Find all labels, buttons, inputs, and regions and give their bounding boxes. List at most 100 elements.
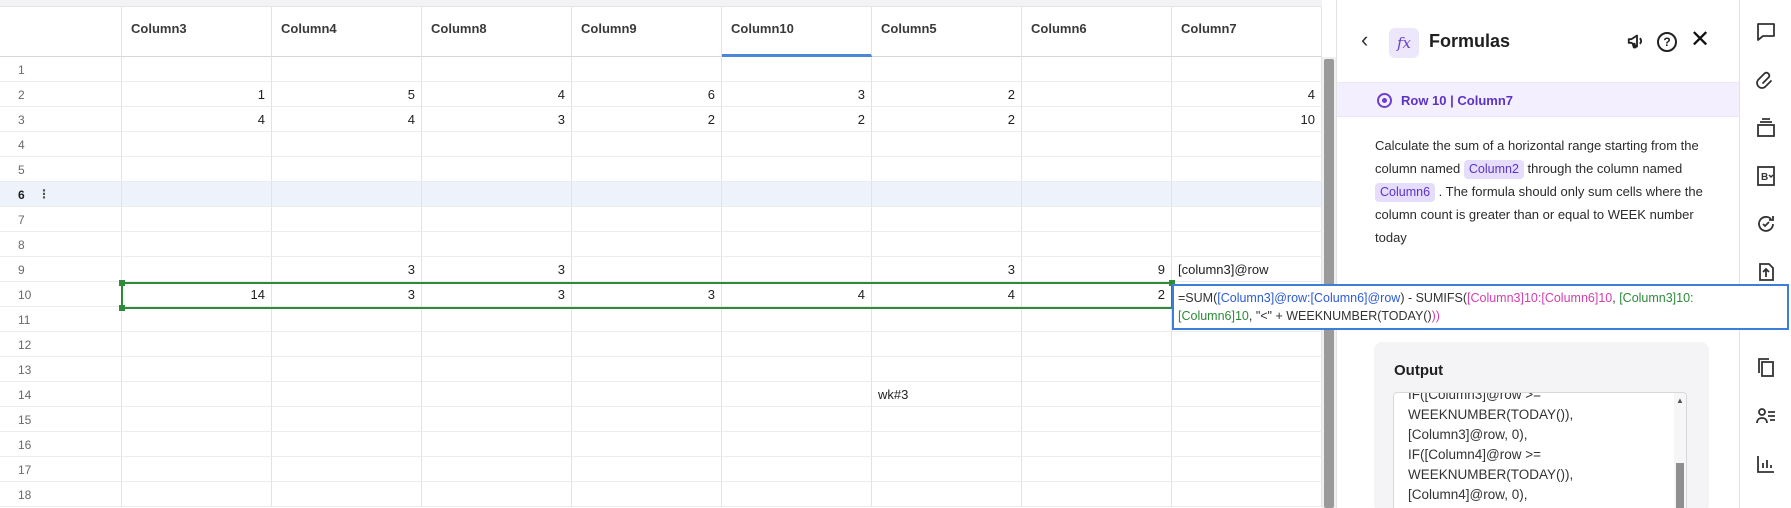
- grid-cell[interactable]: [872, 207, 1022, 232]
- grid-cell[interactable]: [572, 157, 722, 182]
- grid-cell[interactable]: [272, 132, 422, 157]
- grid-cell[interactable]: [272, 57, 422, 82]
- grid-cell[interactable]: [122, 382, 272, 407]
- grid-cell[interactable]: [722, 182, 872, 207]
- grid-cell[interactable]: [722, 407, 872, 432]
- grid-cell[interactable]: 3: [272, 257, 422, 282]
- grid-cell[interactable]: [872, 232, 1022, 257]
- grid-cell[interactable]: 14: [122, 282, 272, 307]
- output-scroll-thumb[interactable]: [1676, 463, 1684, 508]
- grid-cell[interactable]: [422, 357, 572, 382]
- grid-cell[interactable]: [572, 432, 722, 457]
- grid-cell[interactable]: [1172, 332, 1322, 357]
- grid-cell[interactable]: [272, 457, 422, 482]
- row-number[interactable]: 12: [0, 332, 122, 357]
- grid-cell[interactable]: [422, 307, 572, 332]
- grid-cell[interactable]: [422, 57, 572, 82]
- table-row[interactable]: 4: [0, 132, 1322, 157]
- row-number[interactable]: 18: [0, 482, 122, 507]
- grid-cell[interactable]: [572, 232, 722, 257]
- row-number[interactable]: 16: [0, 432, 122, 457]
- column-header-column7[interactable]: Column7: [1172, 7, 1322, 57]
- table-row[interactable]: 15: [0, 407, 1322, 432]
- grid-cell[interactable]: [122, 357, 272, 382]
- grid-cell[interactable]: 4: [1172, 82, 1322, 107]
- grid-cell[interactable]: [1172, 232, 1322, 257]
- grid-cell[interactable]: [872, 482, 1022, 507]
- grid-cell[interactable]: [1022, 457, 1172, 482]
- table-row[interactable]: 17: [0, 457, 1322, 482]
- grid-cell[interactable]: [1172, 357, 1322, 382]
- row-number[interactable]: 6 ⋮: [0, 182, 122, 207]
- table-row[interactable]: 5: [0, 157, 1322, 182]
- grid-cell[interactable]: [1172, 457, 1322, 482]
- grid-cell[interactable]: [1022, 132, 1172, 157]
- grid-cell[interactable]: [122, 182, 272, 207]
- output-scrollbar[interactable]: ▲: [1674, 393, 1686, 508]
- grid-cell[interactable]: [572, 257, 722, 282]
- grid-cell[interactable]: [722, 132, 872, 157]
- grid-cell[interactable]: [722, 482, 872, 507]
- grid-cell[interactable]: 3: [722, 82, 872, 107]
- grid-cell[interactable]: [1172, 432, 1322, 457]
- grid-cell[interactable]: [122, 132, 272, 157]
- row-number[interactable]: 11: [0, 307, 122, 332]
- column-header-column8[interactable]: Column8: [422, 7, 572, 57]
- grid-cell[interactable]: [722, 357, 872, 382]
- grid-cell[interactable]: [1022, 382, 1172, 407]
- grid-cell[interactable]: [1022, 307, 1172, 332]
- grid-cell[interactable]: [872, 457, 1022, 482]
- summary-icon[interactable]: B: [1753, 164, 1779, 190]
- grid-cell[interactable]: 1: [122, 82, 272, 107]
- column-header-column6[interactable]: Column6: [1022, 7, 1172, 57]
- grid-cell[interactable]: [722, 257, 872, 282]
- grid-cell[interactable]: 3: [422, 282, 572, 307]
- grid-cell[interactable]: [722, 232, 872, 257]
- grid-cell[interactable]: [272, 482, 422, 507]
- grid-cell[interactable]: [872, 157, 1022, 182]
- grid-cell[interactable]: [272, 157, 422, 182]
- row-number[interactable]: 14: [0, 382, 122, 407]
- column-header-column5[interactable]: Column5: [872, 7, 1022, 57]
- column-header-column9[interactable]: Column9: [572, 7, 722, 57]
- grid-cell[interactable]: [422, 157, 572, 182]
- table-row[interactable]: 7: [0, 207, 1322, 232]
- output-textbox[interactable]: IF([Column3]@row >= WEEKNUMBER(TODAY()),…: [1393, 392, 1687, 508]
- grid-cell[interactable]: [422, 232, 572, 257]
- grid-cell[interactable]: [422, 132, 572, 157]
- table-row[interactable]: 3 4 4 3 2 2 2 10: [0, 107, 1322, 132]
- formula-editor[interactable]: =SUM([Column3]@row:[Column6]@row) - SUMI…: [1172, 284, 1789, 330]
- grid-cell[interactable]: [872, 432, 1022, 457]
- table-row[interactable]: 18: [0, 482, 1322, 507]
- grid-cell[interactable]: [122, 207, 272, 232]
- grid-cell[interactable]: [272, 332, 422, 357]
- table-row[interactable]: 9 3 3 3 9 [column3]@row: [0, 257, 1322, 282]
- grid-cell[interactable]: [722, 307, 872, 332]
- table-row[interactable]: 10 14 3 3 3 4 4 2: [0, 282, 1322, 307]
- table-row[interactable]: 16: [0, 432, 1322, 457]
- grid-cell[interactable]: [1172, 407, 1322, 432]
- grid-cell[interactable]: [122, 482, 272, 507]
- grid-cell[interactable]: [872, 407, 1022, 432]
- grid-cell[interactable]: [1022, 107, 1172, 132]
- row-number[interactable]: 9: [0, 257, 122, 282]
- selection-handle-left[interactable]: [119, 280, 125, 286]
- grid-cell[interactable]: [572, 132, 722, 157]
- grid-cell[interactable]: wk#3: [872, 382, 1022, 407]
- grid-cell[interactable]: [1172, 132, 1322, 157]
- grid-cell[interactable]: [272, 382, 422, 407]
- grid-cell[interactable]: 4: [122, 107, 272, 132]
- grid-cell[interactable]: 6: [572, 82, 722, 107]
- grid-cell[interactable]: [872, 332, 1022, 357]
- megaphone-icon[interactable]: [1626, 30, 1648, 52]
- grid-cell[interactable]: 2: [872, 82, 1022, 107]
- grid-cell[interactable]: [122, 57, 272, 82]
- table-row[interactable]: 11: [0, 307, 1322, 332]
- upload-icon[interactable]: [1753, 260, 1779, 286]
- grid-cell[interactable]: [722, 382, 872, 407]
- grid-cell[interactable]: 2: [1022, 282, 1172, 307]
- row-menu-icon[interactable]: ⋮: [38, 187, 50, 201]
- grid-cell[interactable]: [1022, 232, 1172, 257]
- grid-cell[interactable]: 3: [272, 282, 422, 307]
- grid-cell[interactable]: [122, 307, 272, 332]
